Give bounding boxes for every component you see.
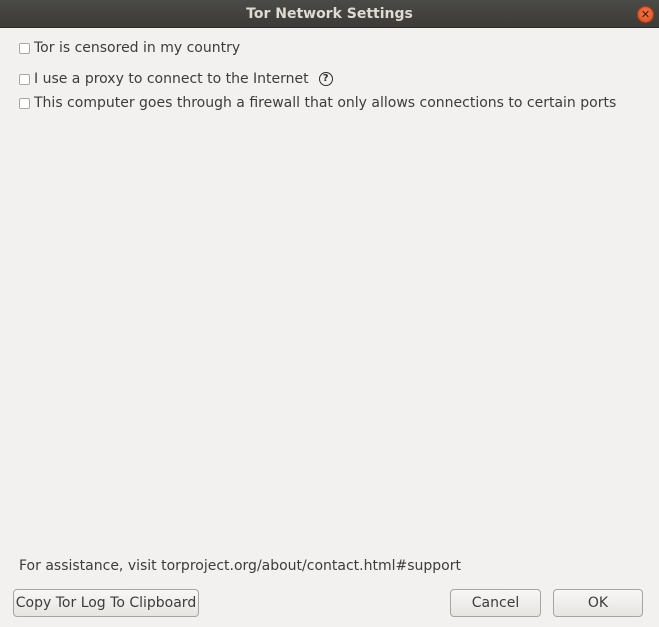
title-bar: Tor Network Settings ✕ [0,0,659,28]
proxy-label: I use a proxy to connect to the Internet [34,71,309,87]
censored-label: Tor is censored in my country [34,40,241,56]
option-firewall[interactable]: This computer goes through a firewall th… [19,95,616,111]
help-icon[interactable]: ? [318,72,333,86]
firewall-checkbox[interactable] [19,97,30,109]
cancel-button[interactable]: Cancel [450,589,541,617]
ok-button[interactable]: OK [553,589,643,617]
censored-checkbox[interactable] [19,42,30,54]
firewall-label: This computer goes through a firewall th… [34,95,617,111]
assistance-text: For assistance, visit torproject.org/abo… [19,558,461,574]
option-proxy[interactable]: I use a proxy to connect to the Internet… [19,71,333,87]
proxy-checkbox[interactable] [19,73,30,85]
close-button[interactable]: ✕ [637,6,654,23]
copy-log-button[interactable]: Copy Tor Log To Clipboard [13,589,199,617]
option-censored[interactable]: Tor is censored in my country [19,40,240,56]
window-title: Tor Network Settings [246,6,413,22]
close-icon: ✕ [640,8,651,21]
